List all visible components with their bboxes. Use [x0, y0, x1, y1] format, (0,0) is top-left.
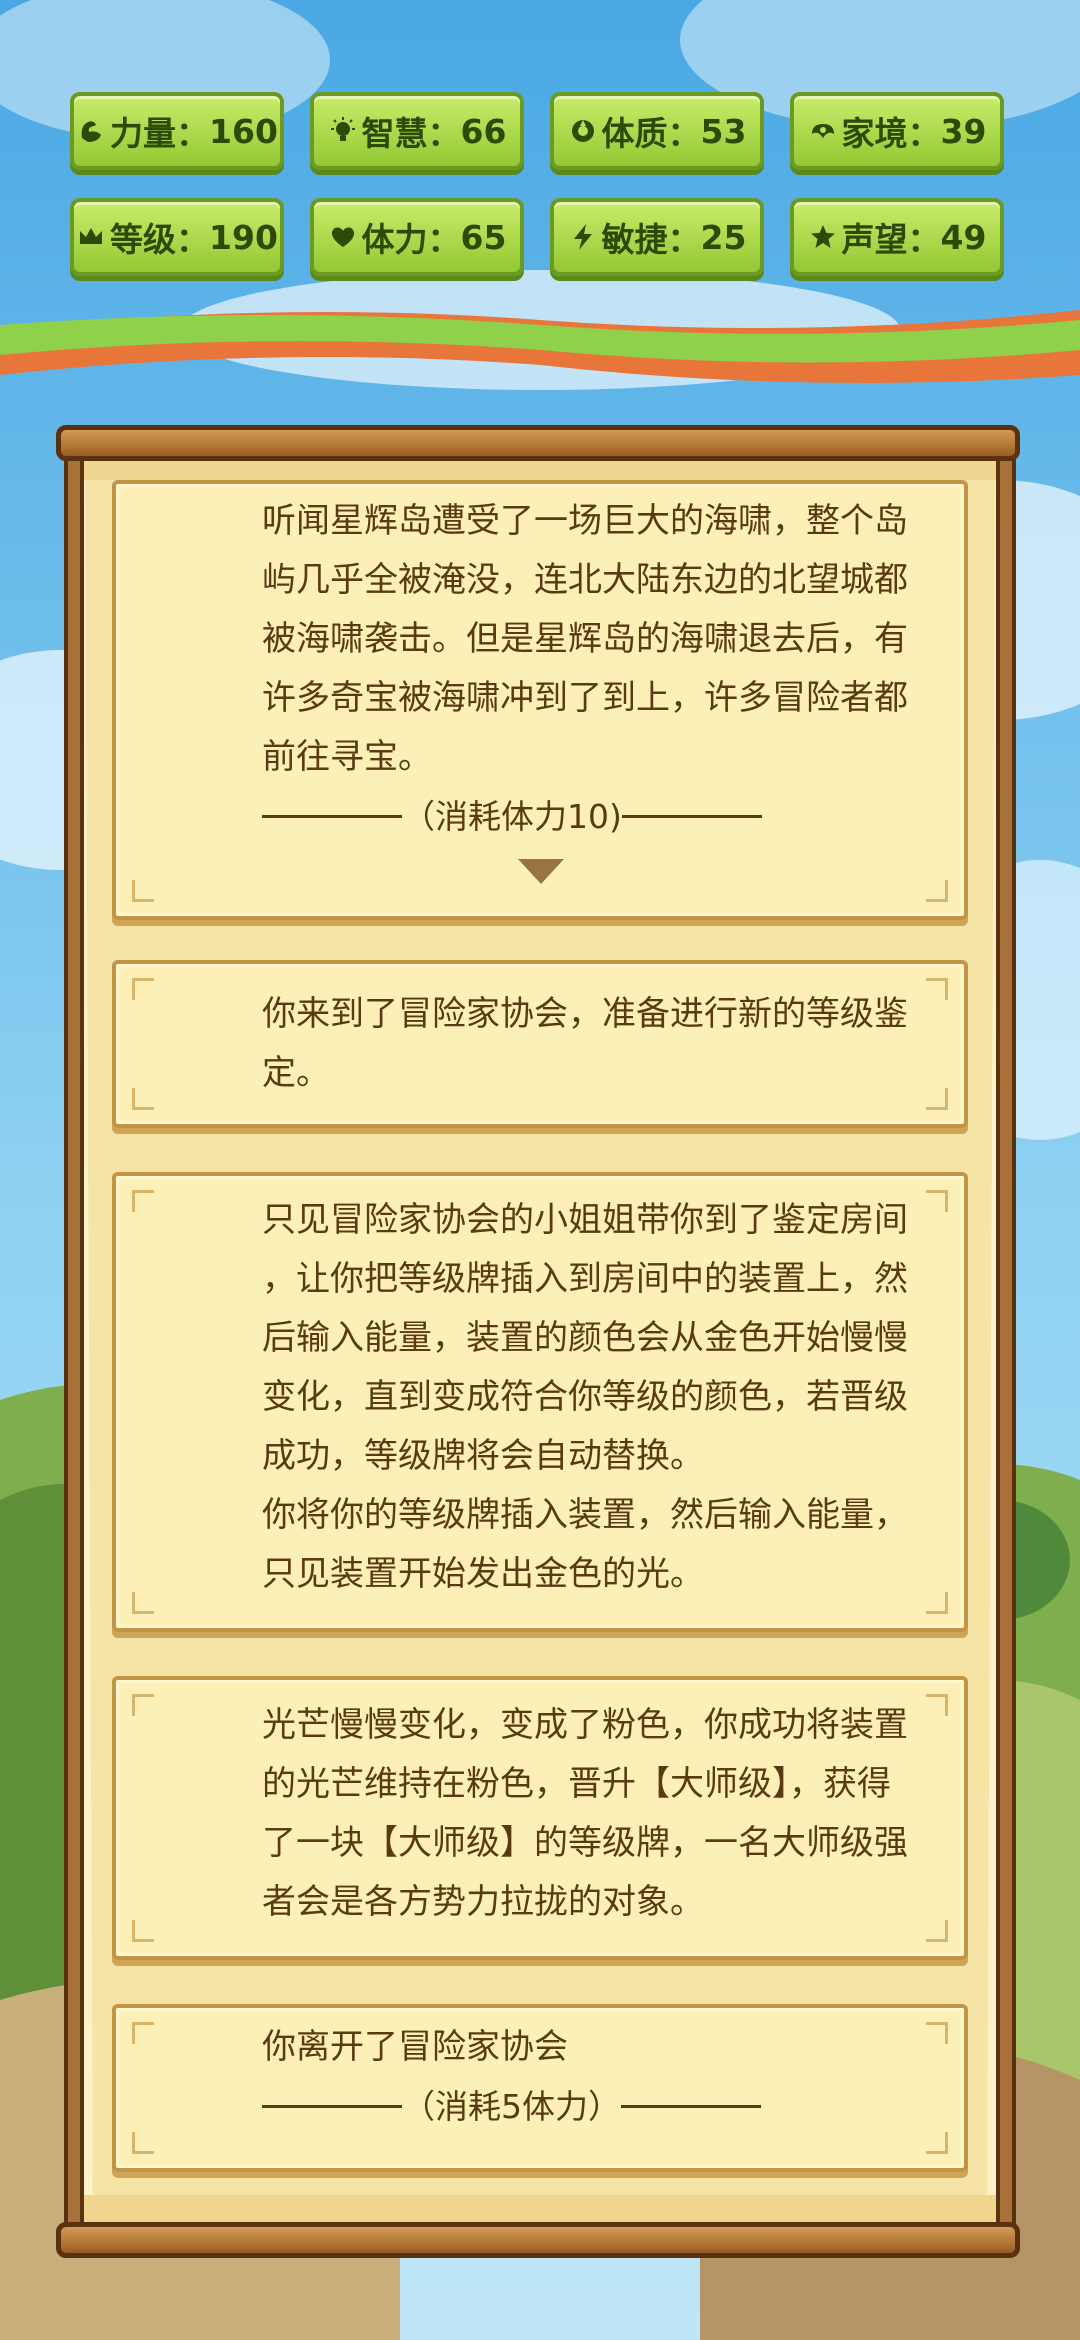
corner-ornament	[132, 880, 154, 902]
corner-ornament	[132, 2132, 154, 2154]
corner-ornament	[926, 880, 948, 902]
scroll-top-rod	[56, 425, 1020, 461]
heart-icon	[328, 222, 358, 252]
story-card-5: 你离开了冒险家协会 （消耗5体力）	[112, 2004, 968, 2172]
stat-stamina-value: 65	[460, 217, 507, 257]
story-line: 成功，等级牌将会自动替换。	[262, 1436, 704, 1476]
stat-constitution-label: 体质	[601, 114, 668, 153]
story-line: 听闻星辉岛遭受了一场巨大的海啸，整个岛	[262, 501, 908, 541]
stat-level: 等级： 190	[70, 198, 284, 276]
stat-family-label: 家境	[841, 114, 908, 153]
bulb-icon	[328, 116, 358, 146]
scroll-bottom-rod	[56, 2222, 1020, 2258]
story-line: 前往寻宝。	[262, 737, 432, 777]
story-line: 被海啸袭击。但是星辉岛的海啸退去后，有	[262, 619, 908, 659]
stat-wisdom-value: 66	[460, 111, 507, 151]
stat-family: 家境： 39	[790, 92, 1004, 170]
lightning-icon	[568, 222, 598, 252]
corner-ornament	[132, 1920, 154, 1942]
story-line: 只见冒险家协会的小姐姐带你到了鉴定房间	[262, 1200, 908, 1240]
corner-ornament	[132, 1694, 154, 1716]
story-card-3: 只见冒险家协会的小姐姐带你到了鉴定房间 ，让你把等级牌插入到房间中的装置上，然 …	[112, 1172, 968, 1632]
stat-level-label: 等级	[110, 220, 177, 259]
stat-reputation-value: 49	[940, 217, 987, 257]
corner-ornament	[132, 1088, 154, 1110]
story-line: 你离开了冒险家协会	[262, 2027, 568, 2067]
stat-family-value: 39	[940, 111, 987, 151]
expand-arrow-icon[interactable]	[516, 856, 566, 888]
story-line: 你将你的等级牌插入装置，然后输入能量，	[262, 1495, 908, 1535]
story-line: 变化，直到变成符合你等级的颜色，若晋级	[262, 1377, 908, 1417]
stat-constitution: 体质： 53	[550, 92, 764, 170]
corner-ornament	[132, 978, 154, 1000]
stat-strength: 力量： 160	[70, 92, 284, 170]
stat-constitution-value: 53	[700, 111, 747, 151]
constitution-icon	[568, 116, 598, 146]
story-line: 你来到了冒险家协会，准备进行新的等级鉴	[262, 994, 908, 1034]
stat-strength-value: 160	[209, 111, 278, 151]
stat-strength-label: 力量	[110, 114, 177, 153]
story-line: 许多奇宝被海啸冲到了到上，许多冒险者都	[262, 678, 908, 718]
stat-wisdom: 智慧： 66	[310, 92, 524, 170]
corner-ornament	[132, 1190, 154, 1212]
story-line: 定。	[262, 1053, 330, 1093]
corner-ornament	[926, 1920, 948, 1942]
stat-level-value: 190	[209, 217, 278, 257]
corner-ornament	[926, 2132, 948, 2154]
story-card-1: 听闻星辉岛遭受了一场巨大的海啸，整个岛 屿几乎全被淹没，连北大陆东边的北望城都 …	[112, 480, 968, 920]
story-card-2: 你来到了冒险家协会，准备进行新的等级鉴 定。	[112, 960, 968, 1128]
stat-agility-value: 25	[700, 217, 747, 257]
stat-stamina: 体力： 65	[310, 198, 524, 276]
stat-reputation: 声望： 49	[790, 198, 1004, 276]
corner-ornament	[926, 1088, 948, 1110]
story-line: ，让你把等级牌插入到房间中的装置上，然	[262, 1259, 908, 1299]
stat-wisdom-label: 智慧	[361, 114, 428, 153]
star-icon	[808, 222, 838, 252]
stamina-cost-text: （消耗体力10)	[402, 797, 622, 836]
story-line: 的光芒维持在粉色，晋升【大师级】，获得	[262, 1764, 891, 1804]
story-line: 者会是各方势力拉拢的对象。	[262, 1882, 704, 1922]
story-line: 后输入能量，装置的颜色会从金色开始慢慢	[262, 1318, 908, 1358]
stamina-cost-text: （消耗5体力）	[402, 2087, 621, 2126]
corner-ornament	[926, 1592, 948, 1614]
family-icon	[808, 116, 838, 146]
stat-reputation-label: 声望	[841, 220, 908, 259]
stat-agility: 敏捷： 25	[550, 198, 764, 276]
stat-stamina-label: 体力	[361, 220, 428, 259]
cost-divider: （消耗体力10)	[262, 787, 942, 846]
story-line: 光芒慢慢变化，变成了粉色，你成功将装置	[262, 1705, 908, 1745]
story-line: 只见装置开始发出金色的光。	[262, 1554, 704, 1594]
story-line: 了一块【大师级】的等级牌，一名大师级强	[262, 1823, 908, 1863]
corner-ornament	[132, 2022, 154, 2044]
background-scene	[0, 0, 1080, 2340]
crown-icon	[76, 222, 106, 252]
story-card-4: 光芒慢慢变化，变成了粉色，你成功将装置 的光芒维持在粉色，晋升【大师级】，获得 …	[112, 1676, 968, 1960]
story-line: 屿几乎全被淹没，连北大陆东边的北望城都	[262, 560, 908, 600]
muscle-icon	[76, 116, 106, 146]
stat-agility-label: 敏捷	[601, 220, 668, 259]
corner-ornament	[132, 1592, 154, 1614]
cost-divider: （消耗5体力）	[262, 2077, 942, 2136]
